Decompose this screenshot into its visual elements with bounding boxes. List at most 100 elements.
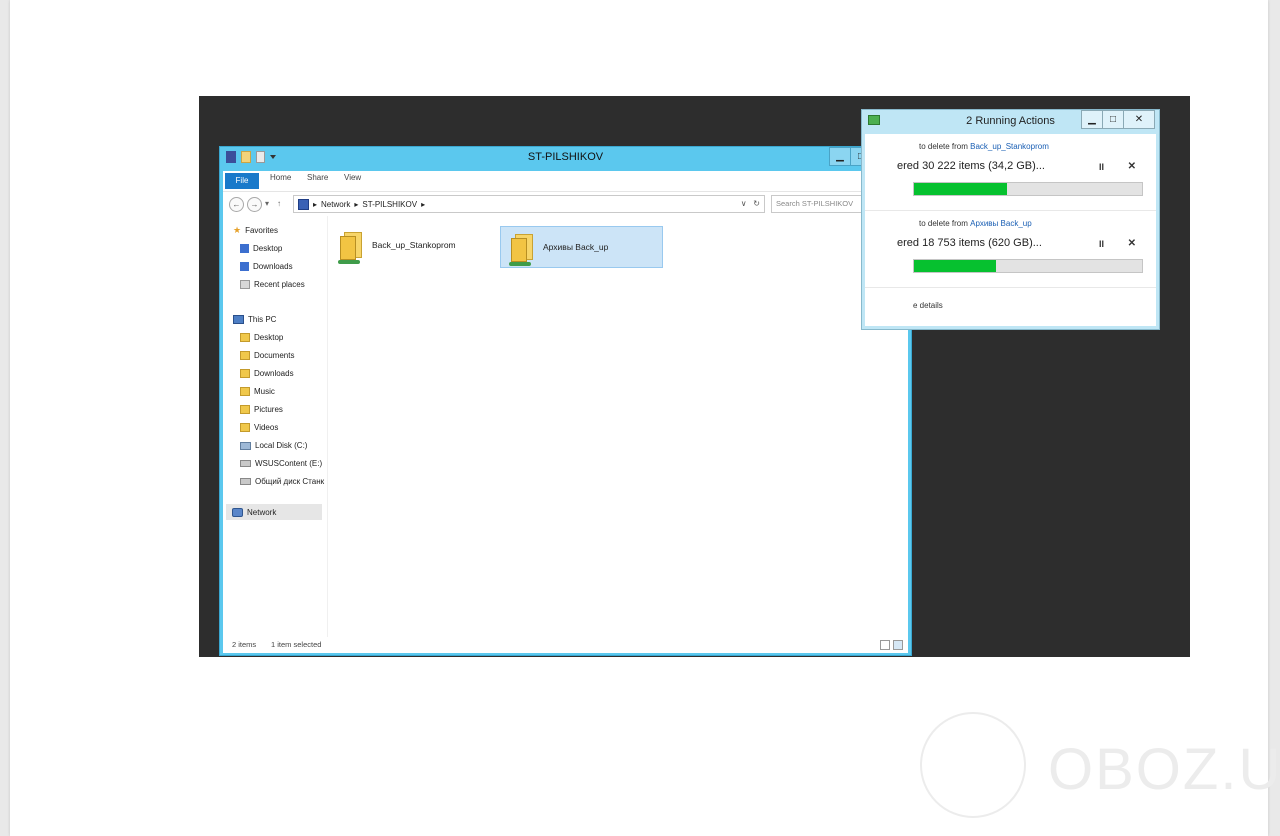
address-field[interactable]: ▸ Network ▸ ST-PILSHIKOV ▸ ∨ ↻ bbox=[293, 195, 765, 213]
close-button[interactable]: ✕ bbox=[1123, 110, 1155, 129]
desktop-icon bbox=[240, 244, 249, 253]
folder-icon bbox=[240, 351, 250, 360]
operation-status: ered 30 222 items (34,2 GB)... bbox=[897, 160, 1045, 172]
sidebar-item-label: Downloads bbox=[253, 262, 293, 271]
cancel-operation-button[interactable]: ✕ bbox=[1128, 161, 1136, 172]
folder-item-selected[interactable]: Архивы Back_up bbox=[500, 226, 663, 268]
recent-places-icon bbox=[240, 280, 250, 289]
folder-icon bbox=[240, 333, 250, 342]
source-link[interactable]: Архивы Back_up bbox=[970, 219, 1032, 228]
sidebar-item-label: WSUSContent (E:) bbox=[255, 459, 323, 468]
watermark-text: OBOZ.UA bbox=[1048, 737, 1280, 802]
sidebar-item-recent-places[interactable]: Recent places bbox=[240, 280, 305, 289]
tab-view[interactable]: View bbox=[344, 173, 361, 182]
breadcrumb-separator[interactable]: ▸ bbox=[421, 200, 425, 209]
sidebar-item-videos[interactable]: Videos bbox=[240, 423, 278, 432]
recent-locations-chevron-icon[interactable]: ▾ bbox=[265, 199, 269, 208]
file-list: Back_up_Stankoprom Архивы Back_up bbox=[328, 216, 908, 637]
star-icon: ★ bbox=[233, 225, 242, 235]
tab-file[interactable]: File bbox=[225, 173, 259, 189]
sidebar-item-documents[interactable]: Documents bbox=[240, 351, 294, 360]
breadcrumb-computer[interactable]: ST-PILSHIKOV bbox=[362, 200, 417, 209]
folder-icon bbox=[240, 387, 250, 396]
sidebar-item-label: Network bbox=[247, 507, 277, 517]
sidebar-item-wsuscontent-e[interactable]: WSUSContent (E:) bbox=[240, 459, 322, 468]
progress-bar bbox=[913, 259, 1143, 273]
ribbon-tabs: File Home Share View ∨ ? bbox=[223, 171, 908, 191]
cancel-operation-button[interactable]: ✕ bbox=[1128, 238, 1136, 249]
network-icon bbox=[232, 507, 243, 517]
operation-prefix: to delete from bbox=[919, 142, 971, 151]
folder-name: Архивы Back_up bbox=[543, 242, 609, 252]
progress-fill bbox=[914, 183, 1008, 195]
maximize-button[interactable]: □ bbox=[1102, 110, 1124, 129]
breadcrumb-separator[interactable]: ▸ bbox=[354, 200, 358, 209]
back-arrow-icon[interactable]: ← bbox=[229, 197, 244, 212]
file-explorer-window: ST-PILSHIKOV ▁ □ ✕ File Home Share View … bbox=[219, 146, 912, 656]
sidebar-item-shared-drive[interactable]: Общий диск Станк bbox=[240, 477, 324, 486]
computer-icon bbox=[233, 315, 244, 324]
operation-item: to delete from Back_up_Stankoprom ered 3… bbox=[865, 134, 1156, 211]
dialog-body: to delete from Back_up_Stankoprom ered 3… bbox=[865, 134, 1156, 326]
more-details-toggle[interactable]: e details bbox=[913, 301, 943, 310]
pause-button[interactable]: II bbox=[1099, 239, 1104, 249]
shared-folder-icon bbox=[338, 230, 364, 264]
operation-prefix: to delete from bbox=[919, 219, 971, 228]
sidebar-item-label: Local Disk (C:) bbox=[255, 441, 308, 450]
sidebar-item-network[interactable]: Network bbox=[226, 504, 322, 520]
sidebar-item-label: Desktop bbox=[254, 333, 284, 342]
sidebar-item-music[interactable]: Music bbox=[240, 387, 275, 396]
progress-bar bbox=[913, 182, 1143, 196]
sidebar-item-desktop[interactable]: Desktop bbox=[240, 244, 282, 253]
downloads-icon bbox=[240, 262, 249, 271]
refresh-icon[interactable]: ↻ bbox=[753, 199, 760, 208]
folder-item[interactable]: Back_up_Stankoprom bbox=[338, 224, 490, 266]
address-bar-row: ← → ▾ ↑ ▸ Network ▸ ST-PILSHIKOV ▸ ∨ ↻ S… bbox=[223, 191, 908, 216]
minimize-button[interactable]: ▁ bbox=[1081, 110, 1103, 129]
source-link[interactable]: Back_up_Stankoprom bbox=[970, 142, 1049, 151]
sidebar-item-local-disk-c[interactable]: Local Disk (C:) bbox=[240, 441, 307, 450]
sidebar-item-this-pc[interactable]: This PC bbox=[233, 315, 276, 324]
navigation-pane: ★ Favorites Desktop Downloads Recent pla… bbox=[223, 216, 328, 637]
folder-name: Back_up_Stankoprom bbox=[372, 240, 456, 250]
sidebar-item-label: Music bbox=[254, 387, 275, 396]
shared-folder-icon bbox=[509, 232, 535, 266]
up-arrow-icon[interactable]: ↑ bbox=[277, 199, 281, 208]
sidebar-item-downloads[interactable]: Downloads bbox=[240, 262, 293, 271]
address-dropdown-icon[interactable]: ∨ bbox=[741, 199, 747, 208]
forward-arrow-icon[interactable]: → bbox=[247, 197, 262, 212]
operation-description: to delete from Архивы Back_up bbox=[919, 219, 1032, 228]
network-location-icon bbox=[298, 199, 309, 210]
tab-home[interactable]: Home bbox=[270, 173, 291, 182]
sidebar-item-label: Recent places bbox=[254, 280, 305, 289]
drive-icon bbox=[240, 460, 251, 467]
operation-description: to delete from Back_up_Stankoprom bbox=[919, 142, 1049, 151]
folder-icon bbox=[240, 405, 250, 414]
sidebar-item-favorites[interactable]: ★ Favorites bbox=[233, 225, 278, 236]
pause-button[interactable]: II bbox=[1099, 162, 1104, 172]
sidebar-item-label: Downloads bbox=[254, 369, 294, 378]
sidebar-item-pictures[interactable]: Pictures bbox=[240, 405, 283, 414]
breadcrumb-separator[interactable]: ▸ bbox=[313, 200, 317, 209]
sidebar-item-label: Favorites bbox=[245, 226, 278, 235]
screenshot-desktop: ST-PILSHIKOV ▁ □ ✕ File Home Share View … bbox=[199, 96, 1190, 657]
folder-icon bbox=[240, 369, 250, 378]
details-view-icon[interactable] bbox=[880, 640, 890, 650]
operation-item: to delete from Архивы Back_up ered 18 75… bbox=[865, 211, 1156, 288]
explorer-content: ★ Favorites Desktop Downloads Recent pla… bbox=[223, 216, 908, 637]
tab-share[interactable]: Share bbox=[307, 173, 328, 182]
sidebar-item-pc-desktop[interactable]: Desktop bbox=[240, 333, 283, 342]
operation-status: ered 18 753 items (620 GB)... bbox=[897, 237, 1042, 249]
sidebar-item-pc-downloads[interactable]: Downloads bbox=[240, 369, 294, 378]
large-icons-view-icon[interactable] bbox=[893, 640, 903, 650]
selection-count: 1 item selected bbox=[271, 640, 322, 649]
running-actions-dialog: 2 Running Actions ▁ □ ✕ to delete from B… bbox=[861, 109, 1160, 330]
window-title: ST-PILSHIKOV bbox=[527, 151, 604, 163]
document-page: ST-PILSHIKOV ▁ □ ✕ File Home Share View … bbox=[10, 0, 1268, 836]
breadcrumb-network[interactable]: Network bbox=[321, 200, 350, 209]
minimize-button[interactable]: ▁ bbox=[829, 147, 851, 166]
sidebar-item-label: Documents bbox=[254, 351, 295, 360]
title-bar[interactable]: ST-PILSHIKOV ▁ □ ✕ bbox=[220, 147, 911, 169]
address-tail: ∨ ↻ bbox=[741, 199, 760, 208]
search-placeholder: Search ST-PILSHIKOV bbox=[776, 199, 854, 208]
